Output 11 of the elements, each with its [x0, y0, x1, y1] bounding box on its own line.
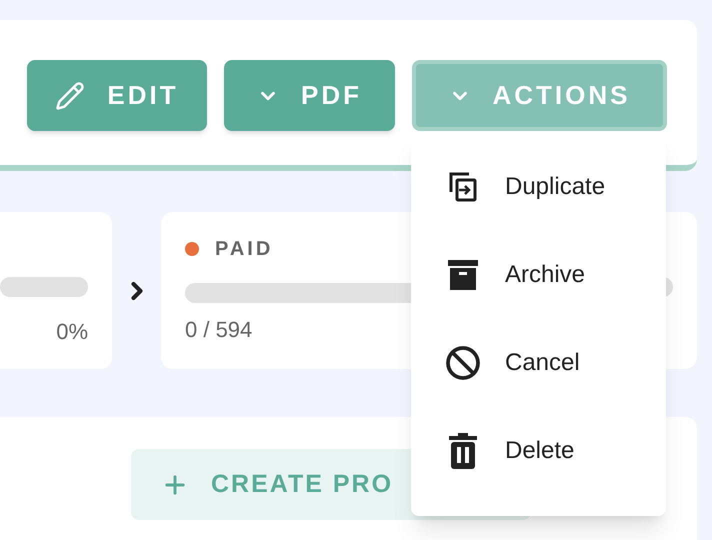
- duplicate-icon: [447, 170, 479, 204]
- menu-item[interactable]: Duplicate: [411, 143, 666, 231]
- trash-icon: [449, 433, 477, 469]
- pencil-icon: [55, 80, 86, 110]
- archive-box-icon: [448, 260, 478, 290]
- stage-percent: 0%: [56, 318, 88, 346]
- stage-label: PAID: [215, 237, 274, 262]
- cancel-icon: [445, 345, 481, 381]
- menu-item[interactable]: Archive: [411, 231, 666, 319]
- menu-item[interactable]: Cancel: [411, 319, 666, 407]
- stage-count: 0 / 594: [185, 316, 254, 344]
